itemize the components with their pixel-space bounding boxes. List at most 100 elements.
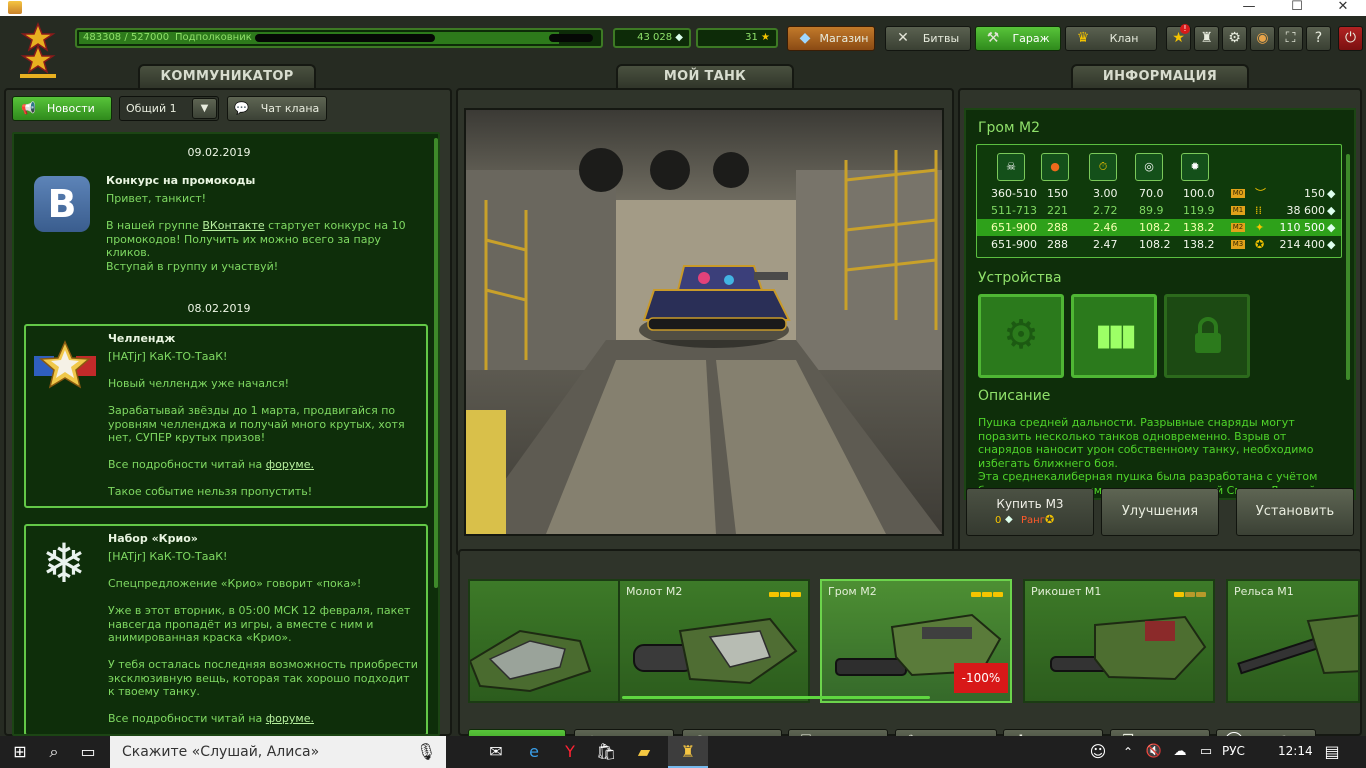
level-indicator bbox=[970, 587, 1004, 597]
news-date: 09.02.2019 bbox=[187, 146, 251, 159]
news-body-text: У тебя осталась последняя возможность пр… bbox=[108, 658, 418, 698]
battles-button[interactable]: ✕ Битвы bbox=[885, 26, 971, 51]
news-body-text: Все подробности читай на форуме. bbox=[108, 712, 418, 726]
gear-icon: ⚙ bbox=[1003, 312, 1039, 358]
task-view-icon[interactable]: ▭ bbox=[78, 742, 98, 762]
equipment-name: Молот М2 bbox=[626, 585, 683, 598]
news-feed[interactable]: 09.02.2019 В Конкурс на промокоды Привет… bbox=[12, 132, 440, 736]
swords-icon: ✕ bbox=[897, 30, 909, 46]
device-slot-1[interactable]: ⚙ bbox=[978, 294, 1064, 378]
people-icon[interactable]: ☺ bbox=[1088, 742, 1108, 762]
maximize-button[interactable]: ☐ bbox=[1274, 0, 1320, 16]
news-item: Челлендж [HATjr] КаК-ТО-ТааК! Новый челл… bbox=[24, 324, 428, 508]
channel-select-value: Общий 1 bbox=[126, 102, 177, 115]
shop-button[interactable]: ◆ Магазин bbox=[787, 26, 875, 51]
equipment-card[interactable]: Рикошет М1 bbox=[1023, 579, 1215, 703]
clan-button[interactable]: ♛ Клан bbox=[1065, 26, 1157, 51]
mod-badge: M1 bbox=[1231, 206, 1245, 215]
chat-icon: 💬 bbox=[234, 101, 249, 115]
stat-damage: 651-900 bbox=[991, 221, 1037, 234]
stat-row[interactable]: 511-713 221 2.72 89.9 119.9 M1 ⁞⁞ 38 600… bbox=[977, 202, 1341, 219]
news-item: В Конкурс на промокоды Привет, танкист! … bbox=[24, 168, 428, 284]
install-button[interactable]: Установить bbox=[1236, 488, 1354, 536]
news-scrollbar[interactable] bbox=[434, 138, 438, 588]
vk-link[interactable]: ВКонтакте bbox=[202, 219, 264, 232]
forum-link[interactable]: форуме. bbox=[266, 712, 314, 725]
tanki-taskbar-item[interactable]: ♜ bbox=[668, 736, 708, 768]
description-title: Описание bbox=[978, 388, 1051, 404]
stat-row[interactable]: 360-510 150 3.00 70.0 100.0 M0 ︶ 150 ◆ bbox=[977, 185, 1341, 202]
news-body-greeting: Привет, танкист! bbox=[106, 192, 207, 205]
tank-preview[interactable] bbox=[464, 108, 944, 536]
news-body-text: Все подробности читай на форуме. bbox=[108, 458, 418, 472]
device-slot-2[interactable]: ▮▮▮ bbox=[1071, 294, 1157, 378]
taskbar-search-input[interactable]: Скажите «Слушай, Алиса» 🎙 bbox=[110, 736, 446, 768]
upgrades-button[interactable]: Улучшения bbox=[1101, 488, 1219, 536]
stat-fire: 150 bbox=[1047, 187, 1068, 200]
forum-link[interactable]: форуме. bbox=[266, 458, 314, 471]
turret-image bbox=[633, 617, 798, 685]
microphone-icon[interactable]: 🎙 bbox=[416, 736, 436, 768]
exit-icon[interactable]: ⏻ bbox=[1338, 26, 1363, 51]
stat-reload: 2.46 bbox=[1093, 221, 1118, 234]
help-icon[interactable]: ? bbox=[1306, 26, 1331, 51]
mod-badge: M2 bbox=[1231, 223, 1245, 232]
stat-price: 38 600 bbox=[1286, 204, 1326, 217]
equipment-card-selected[interactable]: Гром М2 -100% bbox=[820, 579, 1012, 703]
clock[interactable]: 12:14 bbox=[1278, 744, 1313, 758]
buy-price: 0 bbox=[995, 515, 1002, 526]
stat-row[interactable]: 651-900 288 2.47 108.2 138.2 M3 ✪ 214 40… bbox=[977, 236, 1341, 253]
fullscreen-icon[interactable]: ⛶ bbox=[1278, 26, 1303, 51]
stat-impact: 138.2 bbox=[1183, 238, 1215, 251]
search-icon[interactable]: ⌕ bbox=[44, 742, 64, 762]
yandex-browser-icon[interactable]: Y bbox=[560, 742, 580, 762]
diamond-icon: ◆ bbox=[799, 30, 811, 46]
search-placeholder: Скажите «Слушай, Алиса» bbox=[122, 744, 320, 760]
buy-button[interactable]: Купить М3 0 ◆ Ранг ✪ bbox=[966, 488, 1094, 536]
mail-icon[interactable]: ✉ bbox=[486, 742, 506, 762]
stars-counter: 31 ★ bbox=[696, 28, 778, 48]
stat-row-selected[interactable]: 651-900 288 2.46 108.2 138.2 M2 ✦ 110 50… bbox=[977, 219, 1341, 236]
crystal-icon: ◆ bbox=[1327, 204, 1336, 217]
store-icon[interactable]: 🛍 bbox=[596, 742, 616, 762]
garage-icon: ⚒ bbox=[986, 30, 1000, 46]
range-icon: ◎ bbox=[1135, 153, 1163, 181]
info-scrollbar[interactable] bbox=[1346, 154, 1350, 380]
channel-select[interactable]: Общий 1 ▼ bbox=[119, 96, 219, 121]
equipment-card[interactable]: Молот М2 bbox=[618, 579, 810, 703]
info-header: ИНФОРМАЦИЯ bbox=[1071, 64, 1249, 90]
news-author: [HATjr] КаК-ТО-ТааК! bbox=[108, 350, 228, 363]
windows-start-icon[interactable]: ⊞ bbox=[10, 742, 30, 762]
file-explorer-icon[interactable]: ▰ bbox=[634, 742, 654, 762]
equipment-scrollbar[interactable] bbox=[622, 696, 930, 699]
friends-icon[interactable]: ♜ bbox=[1194, 26, 1219, 51]
stat-fire: 221 bbox=[1047, 204, 1068, 217]
stat-impact: 138.2 bbox=[1183, 221, 1215, 234]
language-indicator[interactable]: РУС bbox=[1222, 744, 1245, 758]
volume-muted-icon[interactable]: 🔇 bbox=[1144, 742, 1164, 762]
stat-range: 70.0 bbox=[1139, 187, 1164, 200]
garage-button-label: Гараж bbox=[1012, 32, 1050, 45]
device-slot-locked[interactable] bbox=[1164, 294, 1250, 378]
edge-icon[interactable]: e bbox=[524, 742, 544, 762]
network-icon[interactable]: ☁ bbox=[1170, 742, 1190, 762]
crystal-icon: ◆ bbox=[1327, 221, 1336, 234]
minimize-button[interactable]: — bbox=[1226, 0, 1272, 16]
stat-damage: 651-900 bbox=[991, 238, 1037, 251]
windows-taskbar: ⊞ ⌕ ▭ Скажите «Слушай, Алиса» 🎙 ✉ e Y 🛍 … bbox=[0, 736, 1366, 768]
news-body-text: В нашей группе ВКонтакте стартует конкур… bbox=[106, 219, 420, 260]
sound-icon[interactable]: ◉ bbox=[1250, 26, 1275, 51]
garage-button[interactable]: ⚒ Гараж bbox=[975, 26, 1061, 51]
equipment-card[interactable]: Рельса М1 bbox=[1226, 579, 1360, 703]
tray-expand-icon[interactable]: ⌃ bbox=[1118, 742, 1138, 762]
damage-icon: ☠ bbox=[997, 153, 1025, 181]
turret-image bbox=[1237, 614, 1358, 675]
clan-chat-button[interactable]: 💬 Чат клана bbox=[227, 96, 327, 121]
news-title: Конкурс на промокоды bbox=[106, 174, 256, 187]
xp-bar: 483308 / 527000 Подполковник bbox=[75, 28, 603, 48]
notifications-icon[interactable]: ▤ bbox=[1322, 742, 1342, 762]
news-tab-button[interactable]: 📢 Новости bbox=[12, 96, 112, 121]
settings-icon[interactable]: ⚙ bbox=[1222, 26, 1247, 51]
close-window-button[interactable]: ✕ bbox=[1320, 0, 1366, 16]
battery-icon[interactable]: ▭ bbox=[1196, 742, 1216, 762]
